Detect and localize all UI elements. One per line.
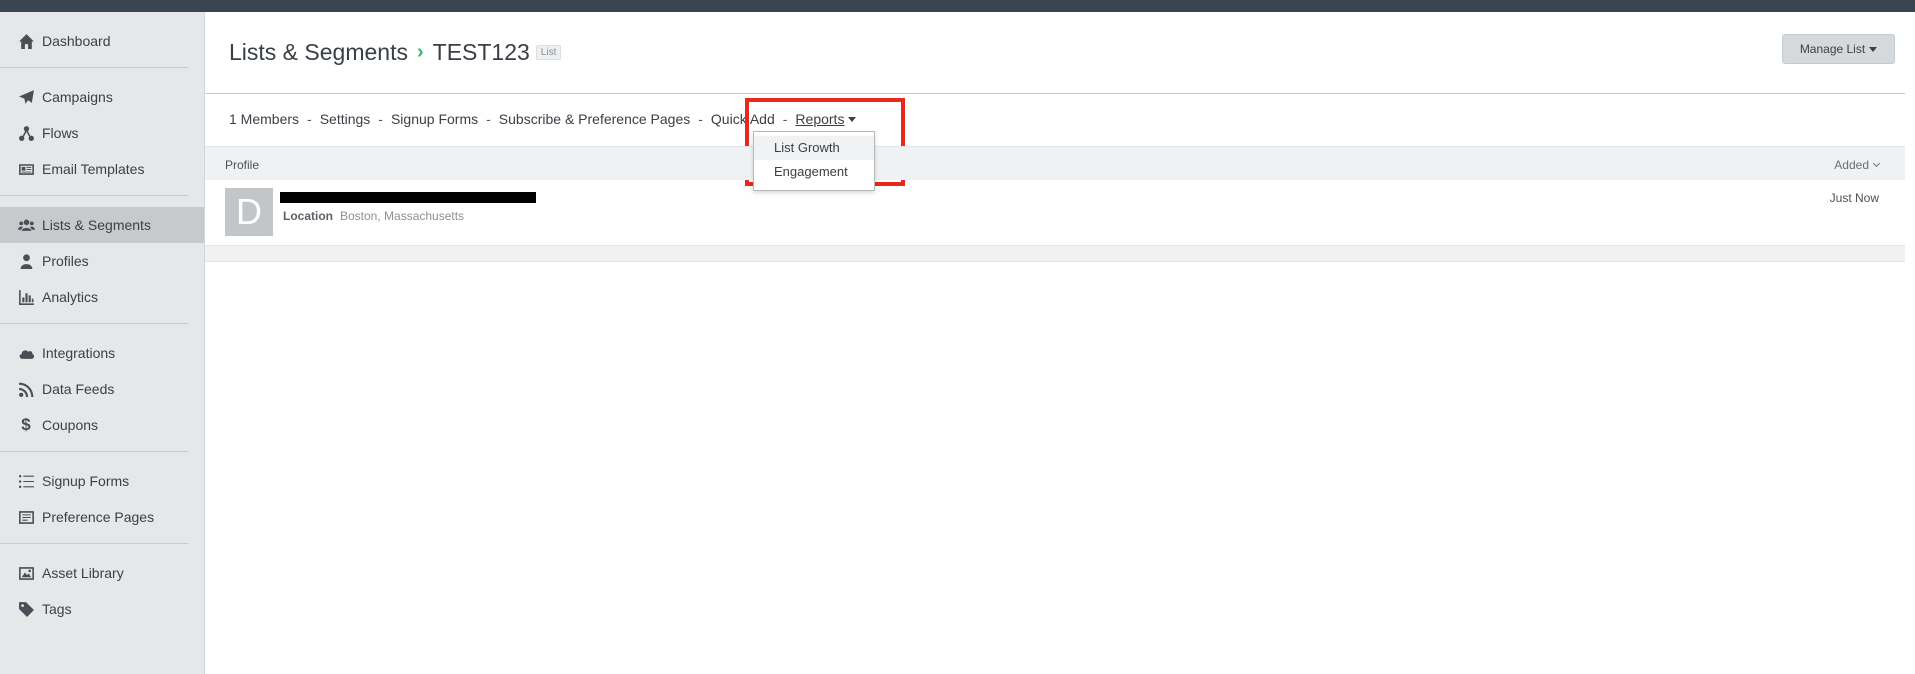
- sidebar-group: Integrations Data Feeds $ Coupons: [0, 324, 188, 452]
- sidebar-item-label: Data Feeds: [42, 381, 115, 397]
- sidebar-item-label: Profiles: [42, 253, 89, 269]
- sidebar-item-label: Coupons: [42, 417, 99, 433]
- separator: -: [378, 111, 383, 127]
- users-icon: [17, 216, 35, 234]
- sidebar-group: Asset Library Tags: [0, 544, 188, 635]
- chevron-down-icon: [1872, 159, 1881, 168]
- sidebar-item-profiles[interactable]: Profiles: [0, 243, 188, 279]
- manage-list-button[interactable]: Manage List: [1782, 34, 1895, 64]
- sidebar-item-asset-library[interactable]: Asset Library: [0, 555, 188, 591]
- redacted-email: [280, 192, 536, 203]
- sidebar-item-label: Flows: [42, 125, 79, 141]
- menu-item-list-growth[interactable]: List Growth: [754, 136, 874, 160]
- rss-icon: [17, 380, 35, 398]
- subscribe-preference-pages-link[interactable]: Subscribe & Preference Pages: [499, 111, 690, 127]
- sidebar-item-data-feeds[interactable]: Data Feeds: [0, 371, 188, 407]
- list-icon: [17, 472, 35, 490]
- sidebar-item-label: Signup Forms: [42, 473, 130, 489]
- chevron-right-icon: ›: [416, 41, 424, 63]
- cloud-icon: [17, 344, 35, 362]
- top-bar: [0, 0, 1915, 12]
- sidebar: Dashboard Campaigns Flows Email Template…: [0, 12, 205, 674]
- form-icon: [17, 508, 35, 526]
- settings-link[interactable]: Settings: [320, 111, 371, 127]
- column-header-profile: Profile: [225, 158, 260, 172]
- avatar: D: [225, 188, 273, 236]
- separator: -: [307, 111, 312, 127]
- added-timestamp: Just Now: [1829, 191, 1879, 205]
- main-content: Lists & Segments › TEST123 List Manage L…: [205, 12, 1915, 674]
- flows-icon: [17, 124, 35, 142]
- user-icon: [17, 252, 35, 270]
- sidebar-item-campaigns[interactable]: Campaigns: [0, 79, 188, 115]
- sidebar-item-flows[interactable]: Flows: [0, 115, 188, 151]
- sidebar-group: Lists & Segments Profiles Analytics: [0, 196, 204, 324]
- caret-down-icon: [1869, 46, 1878, 52]
- members-link[interactable]: 1 Members: [229, 111, 299, 127]
- image-icon: [17, 564, 35, 582]
- sidebar-item-label: Asset Library: [42, 565, 124, 581]
- sidebar-group: Dashboard: [0, 12, 188, 68]
- sidebar-item-lists-segments[interactable]: Lists & Segments: [0, 207, 204, 243]
- sidebar-item-coupons[interactable]: $ Coupons: [0, 407, 188, 443]
- sidebar-item-signup-forms[interactable]: Signup Forms: [0, 463, 188, 499]
- signup-forms-link[interactable]: Signup Forms: [391, 111, 478, 127]
- page-title: TEST123: [432, 39, 530, 65]
- location-label: Location: [283, 209, 333, 223]
- sidebar-item-label: Email Templates: [42, 161, 145, 177]
- sidebar-item-label: Campaigns: [42, 89, 113, 105]
- sidebar-item-label: Lists & Segments: [42, 217, 151, 233]
- sidebar-item-tags[interactable]: Tags: [0, 591, 188, 627]
- sidebar-item-integrations[interactable]: Integrations: [0, 335, 188, 371]
- tag-icon: [17, 600, 35, 618]
- template-icon: [17, 160, 35, 178]
- separator: -: [486, 111, 491, 127]
- bar-chart-icon: [17, 288, 35, 306]
- page-header: Lists & Segments › TEST123 List Manage L…: [205, 12, 1905, 94]
- sidebar-item-dashboard[interactable]: Dashboard: [0, 23, 188, 59]
- separator: -: [698, 111, 703, 127]
- sidebar-item-email-templates[interactable]: Email Templates: [0, 151, 188, 187]
- column-header-added-label: Added: [1834, 158, 1869, 172]
- home-icon: [17, 32, 35, 50]
- sidebar-item-label: Dashboard: [42, 33, 111, 49]
- dollar-icon: $: [21, 415, 31, 434]
- sidebar-item-label: Preference Pages: [42, 509, 155, 525]
- column-header-added[interactable]: Added: [1834, 158, 1881, 172]
- sidebar-group: Signup Forms Preference Pages: [0, 452, 188, 544]
- sidebar-item-label: Analytics: [42, 289, 99, 305]
- menu-item-engagement[interactable]: Engagement: [754, 160, 874, 184]
- type-badge: List: [535, 45, 562, 60]
- table-footer-strip: [205, 246, 1905, 262]
- sidebar-item-preference-pages[interactable]: Preference Pages: [0, 499, 188, 535]
- sidebar-item-label: Tags: [42, 601, 72, 617]
- sidebar-item-analytics[interactable]: Analytics: [0, 279, 188, 315]
- reports-dropdown-menu: List Growth Engagement: [753, 131, 875, 191]
- table-row[interactable]: D Location Boston, Massachusetts Just No…: [205, 180, 1905, 246]
- table-header: Profile Added: [205, 146, 1905, 180]
- manage-list-label: Manage List: [1799, 42, 1866, 56]
- breadcrumb: Lists & Segments › TEST123 List: [229, 39, 562, 66]
- paper-plane-icon: [17, 88, 35, 106]
- sidebar-group: Campaigns Flows Email Templates: [0, 68, 188, 196]
- location-value: Boston, Massachusetts: [340, 209, 465, 223]
- breadcrumb-parent-link[interactable]: Lists & Segments: [229, 39, 408, 66]
- sidebar-item-label: Integrations: [42, 345, 116, 361]
